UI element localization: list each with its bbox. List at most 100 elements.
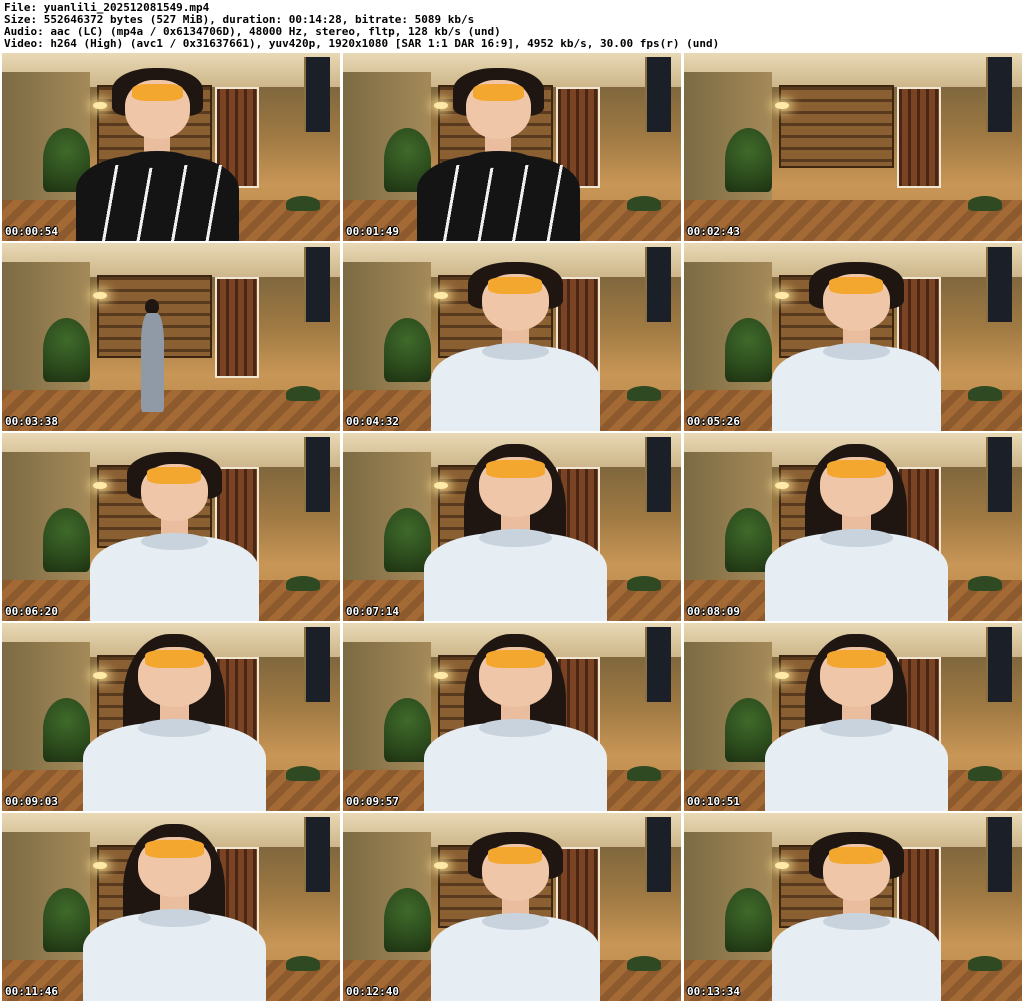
thumbnail-timestamp: 00:11:46 xyxy=(5,985,58,998)
person-figure xyxy=(765,444,948,621)
face-mask-overlay xyxy=(131,83,184,101)
wall-banner xyxy=(645,436,671,512)
person-figure xyxy=(424,634,607,811)
media-info-header: File: yuanlili_202512081549.mp4 Size: 55… xyxy=(4,2,1020,50)
ruffle-collar xyxy=(819,719,893,737)
person-figure xyxy=(424,444,607,621)
person-figure xyxy=(83,824,266,1001)
thumbnail-timestamp: 00:04:32 xyxy=(346,415,399,428)
mushroom-decor xyxy=(626,195,661,211)
mushroom-decor xyxy=(626,385,661,401)
thumbnail-frame: 00:04:32 xyxy=(343,243,681,431)
person-figure xyxy=(430,261,600,431)
ruffle-collar xyxy=(478,529,552,547)
thumbnail-timestamp: 00:02:43 xyxy=(687,225,740,238)
face-mask-overlay xyxy=(827,650,886,668)
face-mask-overlay xyxy=(145,650,204,668)
face-mask-overlay xyxy=(829,277,884,294)
wall-banner xyxy=(645,816,671,892)
wall-banner xyxy=(986,816,1012,892)
face-mask-overlay xyxy=(829,847,884,864)
thumbnail-frame: 00:03:38 xyxy=(2,243,340,431)
person-figure xyxy=(771,261,941,431)
wall-banner xyxy=(304,246,330,322)
thumbnail-timestamp: 00:08:09 xyxy=(687,605,740,618)
thumbnail-timestamp: 00:01:49 xyxy=(346,225,399,238)
thumbnail-timestamp: 00:12:40 xyxy=(346,985,399,998)
wall-banner xyxy=(304,626,330,702)
thumbnail-frame: 00:01:49 xyxy=(343,53,681,241)
thumbnail-frame: 00:05:26 xyxy=(684,243,1022,431)
door xyxy=(214,276,259,379)
ruffle-collar xyxy=(822,343,891,360)
wall-banner xyxy=(304,816,330,892)
door xyxy=(896,86,941,189)
thumbnail-frame: 00:09:03 xyxy=(2,623,340,811)
thumbnail-timestamp: 00:07:14 xyxy=(346,605,399,618)
wall-banner xyxy=(986,436,1012,512)
ruffle-collar xyxy=(481,913,550,930)
person-figure xyxy=(89,451,259,621)
mushroom-decor xyxy=(285,575,320,591)
face-mask-overlay xyxy=(147,467,202,484)
thumbnail-frame: 00:09:57 xyxy=(343,623,681,811)
thumbnail-grid: 00:00:54 00:01:49 00:02:43 00:03:38 00:04:32… xyxy=(2,53,1022,1001)
person-figure xyxy=(771,831,941,1001)
thumbnail-frame: 00:13:34 xyxy=(684,813,1022,1001)
face-mask-overlay xyxy=(827,460,886,478)
person-figure xyxy=(83,634,266,811)
thumbnail-frame: 00:10:51 xyxy=(684,623,1022,811)
wall-banner xyxy=(304,56,330,132)
thumbnail-frame: 00:07:14 xyxy=(343,433,681,621)
mushroom-decor xyxy=(967,955,1002,971)
thumbnail-timestamp: 00:00:54 xyxy=(5,225,58,238)
wall-banner xyxy=(986,626,1012,702)
potted-plant xyxy=(383,888,431,953)
face-mask-overlay xyxy=(472,83,525,101)
person-figure xyxy=(76,68,239,241)
thumbnail-frame: 00:02:43 xyxy=(684,53,1022,241)
mushroom-decor xyxy=(626,955,661,971)
ruffle-collar xyxy=(819,529,893,547)
ruffle-collar xyxy=(140,533,209,550)
person-figure xyxy=(417,68,580,241)
wall-banner xyxy=(645,56,671,132)
standing-person-figure xyxy=(140,299,165,413)
face-mask-overlay xyxy=(486,460,545,478)
mushroom-decor xyxy=(626,575,661,591)
mushroom-decor xyxy=(285,765,320,781)
potted-plant xyxy=(383,318,431,383)
thumbnail-frame: 00:08:09 xyxy=(684,433,1022,621)
mushroom-decor xyxy=(285,195,320,211)
ruffle-collar xyxy=(822,913,891,930)
face-mask-overlay xyxy=(145,840,204,858)
person-figure xyxy=(430,831,600,1001)
thumbnail-timestamp: 00:09:57 xyxy=(346,795,399,808)
face-mask-overlay xyxy=(488,847,543,864)
thumbnail-frame: 00:12:40 xyxy=(343,813,681,1001)
ruffle-collar xyxy=(137,719,211,737)
wall-banner xyxy=(645,246,671,322)
bookshelf xyxy=(778,84,894,168)
thumbnail-timestamp: 00:10:51 xyxy=(687,795,740,808)
person-figure xyxy=(765,634,948,811)
potted-plant xyxy=(724,318,772,383)
mushroom-decor xyxy=(967,385,1002,401)
thumbnail-timestamp: 00:09:03 xyxy=(5,795,58,808)
thumbnail-frame: 00:00:54 xyxy=(2,53,340,241)
wall-banner xyxy=(986,246,1012,322)
ruffle-collar xyxy=(137,909,211,927)
mushroom-decor xyxy=(285,385,320,401)
thumbnail-frame: 00:11:46 xyxy=(2,813,340,1001)
ruffle-collar xyxy=(481,343,550,360)
face-mask-overlay xyxy=(486,650,545,668)
ruffle-collar xyxy=(478,719,552,737)
thumbnail-timestamp: 00:06:20 xyxy=(5,605,58,618)
wall-banner xyxy=(304,436,330,512)
mushroom-decor xyxy=(626,765,661,781)
thumbnail-timestamp: 00:03:38 xyxy=(5,415,58,428)
thumbnail-frame: 00:06:20 xyxy=(2,433,340,621)
face-mask-overlay xyxy=(488,277,543,294)
mushroom-decor xyxy=(967,765,1002,781)
mushroom-decor xyxy=(967,575,1002,591)
